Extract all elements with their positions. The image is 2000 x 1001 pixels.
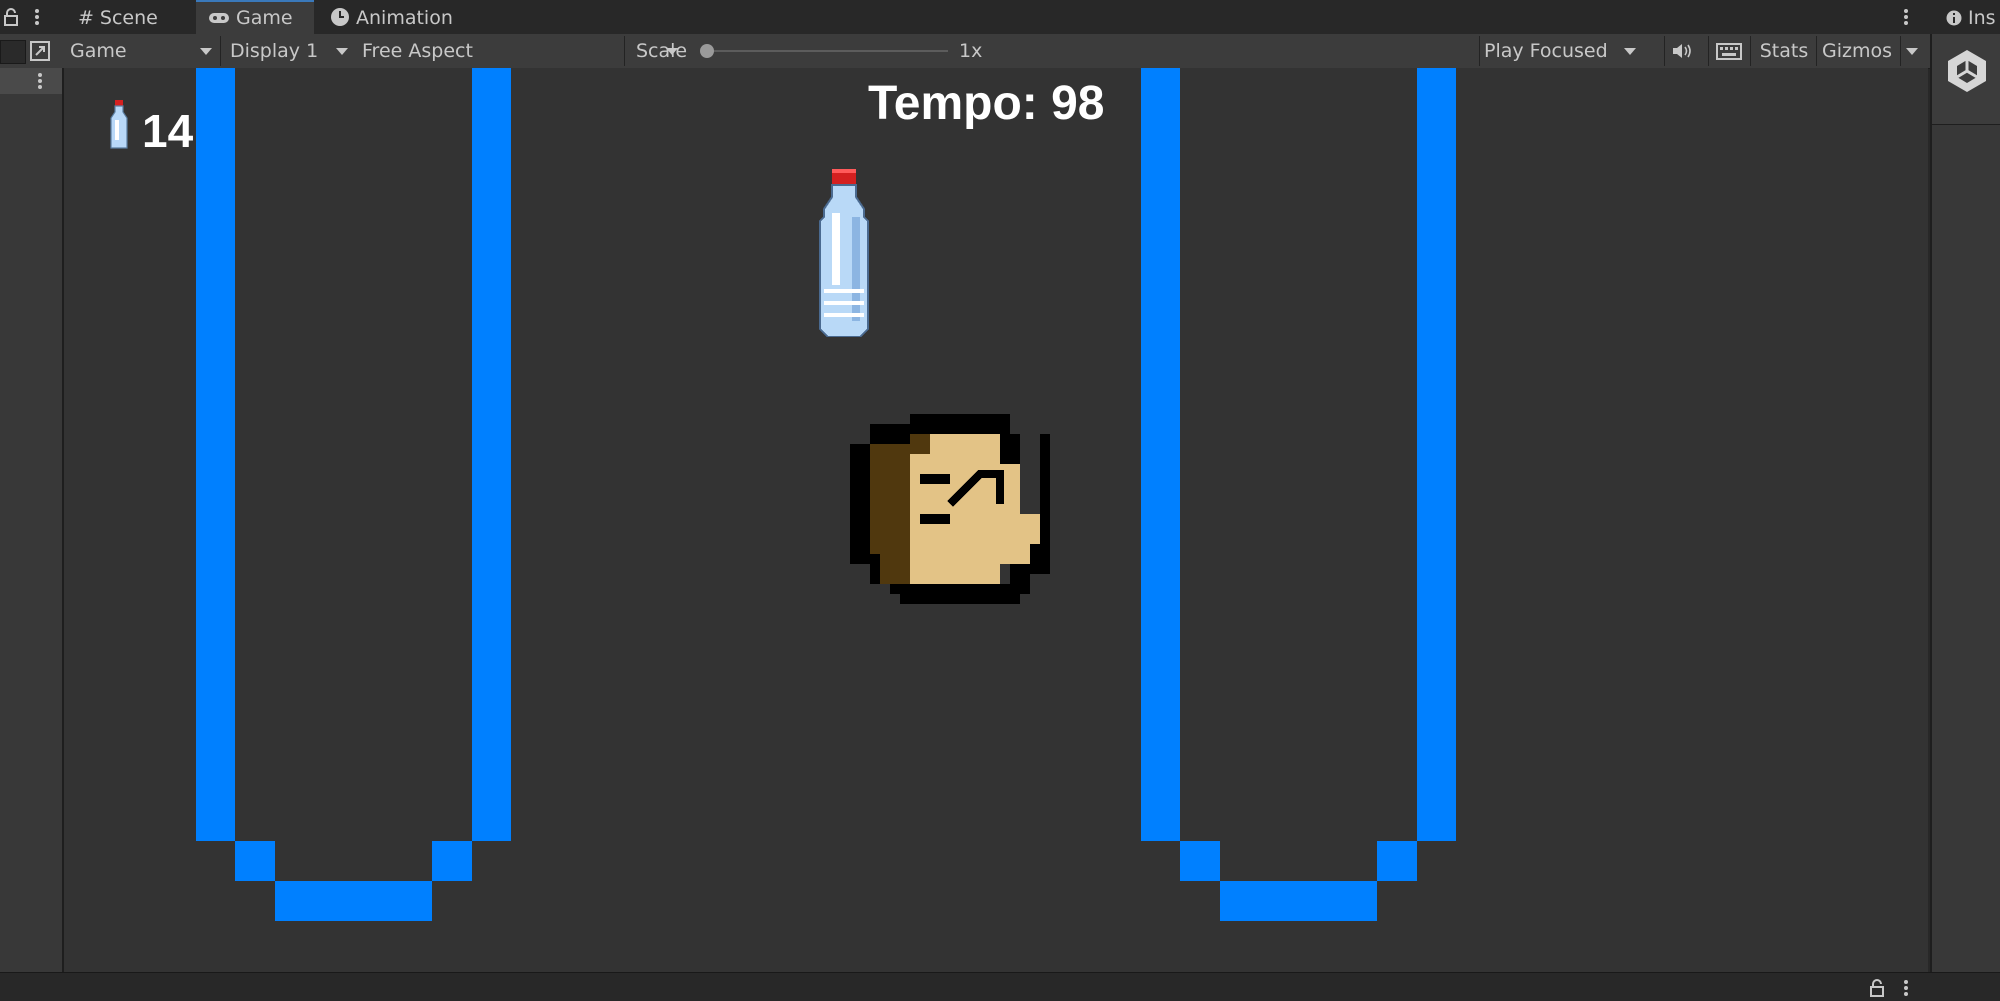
player-character-head bbox=[850, 414, 1050, 604]
right-pipe-corner bbox=[1180, 841, 1220, 881]
row-kebab-icon[interactable] bbox=[37, 72, 43, 90]
chevron-down-icon bbox=[336, 48, 348, 55]
left-pipe-right-wall bbox=[472, 68, 511, 841]
right-pipe-left-wall bbox=[1141, 68, 1180, 841]
left-pipe-bottom bbox=[275, 881, 432, 921]
inspector-header bbox=[1932, 34, 2000, 125]
status-menu-icon[interactable] bbox=[1903, 979, 1909, 997]
divider bbox=[1816, 36, 1817, 66]
maximize-icon[interactable] bbox=[30, 41, 50, 61]
stats-button[interactable]: Stats bbox=[1754, 34, 1814, 68]
gizmos-button[interactable]: Gizmos bbox=[1818, 34, 1902, 68]
game-viewport[interactable]: 14 Tempo: 98 bbox=[64, 68, 1928, 972]
view-dropdown[interactable]: Game bbox=[70, 34, 218, 68]
left-list-row-selected[interactable] bbox=[0, 68, 62, 94]
game-toolbar: Game Display 1 Free Aspect Scale 1x Play… bbox=[62, 34, 1930, 69]
gamepad-icon bbox=[209, 13, 229, 23]
kebab-menu-icon[interactable] bbox=[34, 8, 40, 26]
status-bar bbox=[0, 972, 2000, 1001]
scale-slider-track[interactable] bbox=[708, 50, 948, 52]
bottle-counter-icon bbox=[110, 100, 128, 149]
divider bbox=[624, 36, 625, 66]
play-mode-dropdown[interactable]: Play Focused bbox=[1484, 34, 1636, 68]
aspect-dropdown-value: Free Aspect bbox=[362, 40, 473, 62]
divider bbox=[1664, 36, 1665, 66]
chevron-down-icon bbox=[1624, 48, 1636, 55]
right-pipe-right-wall bbox=[1417, 68, 1456, 841]
divider bbox=[220, 36, 221, 66]
water-bottle-sprite bbox=[819, 169, 869, 337]
right-pipe-bottom bbox=[1220, 881, 1377, 921]
left-pipe-left-wall bbox=[196, 68, 235, 841]
inspector-tab-label: Ins bbox=[1968, 7, 1996, 29]
inspector-panel bbox=[1930, 0, 2000, 972]
status-lock-icon[interactable] bbox=[1870, 979, 1884, 997]
scale-label: Scale bbox=[636, 40, 688, 62]
info-icon bbox=[1946, 10, 1962, 26]
left-tab-bar bbox=[0, 0, 62, 35]
chevron-down-icon bbox=[200, 48, 212, 55]
inspector-tab[interactable]: Ins bbox=[1930, 0, 2000, 34]
speaker-icon[interactable] bbox=[1671, 42, 1693, 60]
scale-slider-handle[interactable] bbox=[700, 44, 714, 58]
left-toolbar bbox=[0, 34, 62, 69]
divider bbox=[1750, 36, 1751, 66]
tab-animation-label: Animation bbox=[356, 7, 453, 29]
divider bbox=[1900, 36, 1901, 66]
keyboard-icon[interactable] bbox=[1716, 43, 1742, 60]
tab-game[interactable]: Game bbox=[196, 0, 314, 34]
left-pipe-corner bbox=[235, 841, 275, 881]
editor-tab-bar: # Scene Game Animation bbox=[62, 0, 1930, 35]
left-pipe-corner bbox=[432, 841, 472, 881]
display-dropdown-value: Display 1 bbox=[230, 40, 319, 62]
grid-icon: # bbox=[78, 7, 94, 29]
view-dropdown-value: Game bbox=[70, 40, 127, 62]
search-field-fragment[interactable] bbox=[0, 40, 26, 64]
scale-value: 1x bbox=[959, 40, 983, 62]
lock-icon[interactable] bbox=[4, 8, 18, 26]
tab-scene[interactable]: # Scene bbox=[66, 0, 196, 34]
timer-text: Tempo: 98 bbox=[868, 77, 1105, 130]
tab-game-label: Game bbox=[236, 7, 293, 29]
unity-logo-icon bbox=[1948, 50, 1986, 92]
play-mode-value: Play Focused bbox=[1484, 40, 1608, 62]
tab-animation[interactable]: Animation bbox=[318, 0, 488, 34]
panel-menu-icon[interactable] bbox=[1903, 8, 1909, 26]
left-side-panel bbox=[0, 0, 64, 972]
clock-icon bbox=[331, 8, 349, 26]
divider bbox=[1708, 36, 1709, 66]
bottle-count: 14 bbox=[142, 105, 194, 157]
right-pipe-corner bbox=[1377, 841, 1417, 881]
gizmos-dropdown-chevron-icon[interactable] bbox=[1906, 48, 1918, 55]
divider bbox=[1479, 36, 1480, 66]
tab-scene-label: Scene bbox=[99, 7, 158, 29]
